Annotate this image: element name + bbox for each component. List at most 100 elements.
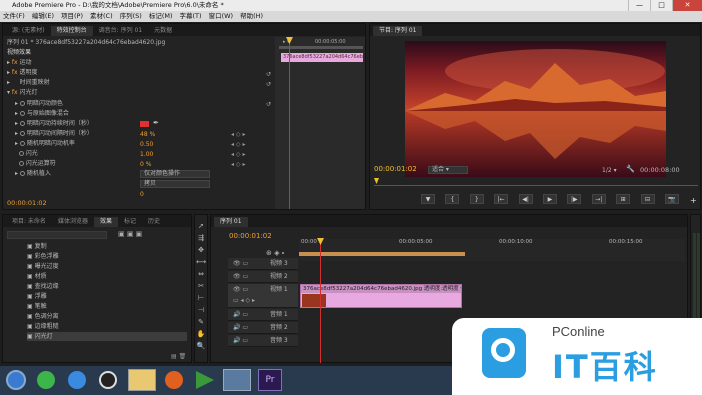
reset-icon[interactable]: ↺ <box>266 71 271 78</box>
add-marker-button[interactable]: ▼ <box>421 194 435 204</box>
slide-tool-icon[interactable]: ⊣ <box>196 305 206 315</box>
tab-source[interactable]: 源: (无素材) <box>6 26 51 36</box>
playhead[interactable] <box>289 37 290 209</box>
step-back-button[interactable]: ◀| <box>518 194 533 204</box>
tab-effect-controls[interactable]: 特效控制台 <box>50 26 93 36</box>
tab-effects[interactable]: 效果 <box>93 217 118 227</box>
tab-markers[interactable]: 标记 <box>118 217 142 227</box>
ripple-edit-tool-icon[interactable]: ✥ <box>196 245 206 255</box>
tab-program[interactable]: 节目: 序列 01 <box>373 26 423 36</box>
list-item[interactable]: ▣ 笔触 <box>27 302 47 311</box>
param-value[interactable]: 0 % <box>140 161 151 168</box>
work-area-bar[interactable] <box>299 252 465 256</box>
menu-marker[interactable]: 标记(M) <box>149 11 173 22</box>
param-value[interactable]: 0.50 <box>140 141 153 148</box>
app-icon-player[interactable] <box>196 371 214 389</box>
keyframe-nav[interactable]: ◂ ◇ ▸ <box>231 141 245 148</box>
effects-search-input[interactable] <box>7 231 107 239</box>
export-frame-button[interactable]: 📷 <box>664 194 679 204</box>
rate-stretch-tool-icon[interactable]: ⇔ <box>196 269 206 279</box>
list-item[interactable]: ▣ 曝光过度 <box>27 262 59 271</box>
keyframe-nav[interactable]: ◂ ◇ ▸ <box>231 131 245 138</box>
menu-project[interactable]: 项目(P) <box>61 11 83 22</box>
list-item[interactable]: ▣ 材质 <box>27 272 47 281</box>
speaker-icon[interactable]: 🔊 ▭ <box>233 335 248 347</box>
folder-icon[interactable]: ▤ 🗑 <box>171 353 186 360</box>
speaker-icon[interactable]: 🔊 ▭ <box>233 309 248 321</box>
color-swatch[interactable] <box>140 121 149 127</box>
operator-dropdown[interactable]: 拷贝 <box>140 180 210 188</box>
stopwatch-icon[interactable] <box>18 151 24 156</box>
timeline-playhead[interactable] <box>320 238 321 363</box>
tab-metadata[interactable]: 元数据 <box>148 26 178 36</box>
timeline-timecode[interactable]: 00:00:01:02 <box>229 232 272 240</box>
menu-help[interactable]: 帮助(H) <box>240 11 263 22</box>
clip-chip[interactable]: 376ace8df53227a204d64c76ebad4620.jpg <box>281 53 363 62</box>
go-to-out-button[interactable]: →| <box>591 194 606 204</box>
menu-clip[interactable]: 素材(C) <box>90 11 113 22</box>
list-item[interactable]: ▣ 色调分离 <box>27 312 59 321</box>
mark-out-button[interactable]: } <box>469 194 484 204</box>
eye-icon[interactable]: 👁 ▭ <box>233 271 248 283</box>
add-button-icon[interactable]: + <box>690 196 697 205</box>
selection-tool-icon[interactable]: ➚ <box>196 221 206 231</box>
menu-file[interactable]: 文件(F) <box>3 11 25 22</box>
snap-icon[interactable]: ⊛ ◈ ⬩ <box>266 249 284 258</box>
param-value[interactable]: 0 <box>140 191 144 198</box>
stopwatch-icon[interactable] <box>19 141 25 146</box>
keyframe-nav[interactable]: ◂ ◇ ▸ <box>231 161 245 168</box>
app-icon-qq[interactable] <box>99 371 117 389</box>
tab-sequence[interactable]: 序列 01 <box>214 217 248 227</box>
program-timecode[interactable]: 00:00:01:02 <box>374 165 417 173</box>
extract-button[interactable]: ⊟ <box>640 194 655 204</box>
video-clip[interactable]: 376ace8df53227a204d64c76ebad4620.jpg 透明度… <box>300 284 462 308</box>
stopwatch-icon[interactable] <box>19 121 25 126</box>
effect-row-strobe[interactable]: ▾ fx 闪光灯 <box>7 88 38 97</box>
reset-icon[interactable]: ↺ <box>266 101 271 108</box>
mark-in-button[interactable]: { <box>445 194 460 204</box>
list-item[interactable]: ▣ 查找边缘 <box>27 282 59 291</box>
effect-row-time-remap[interactable]: ▸ 时间重映射 <box>7 78 50 87</box>
tab-history[interactable]: 历史 <box>142 217 166 227</box>
fit-dropdown[interactable]: 适合 ▾ <box>428 166 468 174</box>
maximize-button[interactable]: □ <box>650 0 672 11</box>
tab-media-browser[interactable]: 媒体浏览器 <box>52 217 94 227</box>
stopwatch-icon[interactable] <box>19 131 25 136</box>
stopwatch-icon[interactable] <box>19 101 25 106</box>
reset-icon[interactable]: ↺ <box>266 81 271 88</box>
menu-title[interactable]: 字幕(T) <box>180 11 202 22</box>
eyedropper-icon[interactable]: ✒ <box>153 119 159 127</box>
menu-edit[interactable]: 编辑(E) <box>32 11 54 22</box>
keyframe-nav[interactable]: ◂ ◇ ▸ <box>231 151 245 158</box>
play-button[interactable]: ▶ <box>542 194 557 204</box>
tab-project[interactable]: 项目: 未命名 <box>6 217 52 227</box>
eye-icon[interactable]: 👁 ▭ <box>233 258 248 270</box>
stopwatch-icon[interactable] <box>19 111 25 116</box>
app-icon-browser[interactable] <box>68 371 86 389</box>
step-forward-button[interactable]: |▶ <box>567 194 582 204</box>
list-item[interactable]: ▣ 彩色浮雕 <box>27 252 59 261</box>
list-item[interactable]: ▣ 复制 <box>27 242 47 251</box>
list-item-selected[interactable]: ▣ 闪光灯 <box>27 332 187 341</box>
program-scrub-bar[interactable] <box>374 178 698 186</box>
app-icon-firefox[interactable] <box>165 371 183 389</box>
timeline-ruler[interactable]: 00:00 00:00:05:00 00:00:10:00 00:00:15:0… <box>299 239 685 261</box>
razor-tool-icon[interactable]: ✂ <box>196 281 206 291</box>
pen-tool-icon[interactable]: ✎ <box>196 317 206 327</box>
list-item[interactable]: ▣ 边缘粗糙 <box>27 322 59 331</box>
zoom-bar[interactable] <box>279 46 363 49</box>
menu-sequence[interactable]: 序列(S) <box>120 11 142 22</box>
slip-tool-icon[interactable]: ⊢ <box>196 293 206 303</box>
track-select-tool-icon[interactable]: ⇶ <box>196 233 206 243</box>
lift-button[interactable]: ⊞ <box>616 194 631 204</box>
app-icon-premiere[interactable]: Pr <box>258 369 282 391</box>
hand-tool-icon[interactable]: ✋ <box>196 329 206 339</box>
app-icon-window[interactable] <box>223 369 251 391</box>
keyframe-toggle-icon[interactable]: ▭ ◂ ◇ ▸ <box>233 295 255 307</box>
effect-row-motion[interactable]: ▸ fx 运动 <box>7 58 32 67</box>
strobe-dropdown[interactable]: 仅对颜色操作 <box>140 170 210 178</box>
speaker-icon[interactable]: 🔊 ▭ <box>233 322 248 334</box>
menu-window[interactable]: 窗口(W) <box>209 11 234 22</box>
stopwatch-icon[interactable] <box>19 171 25 176</box>
zoom-tool-icon[interactable]: 🔍 <box>196 341 206 351</box>
